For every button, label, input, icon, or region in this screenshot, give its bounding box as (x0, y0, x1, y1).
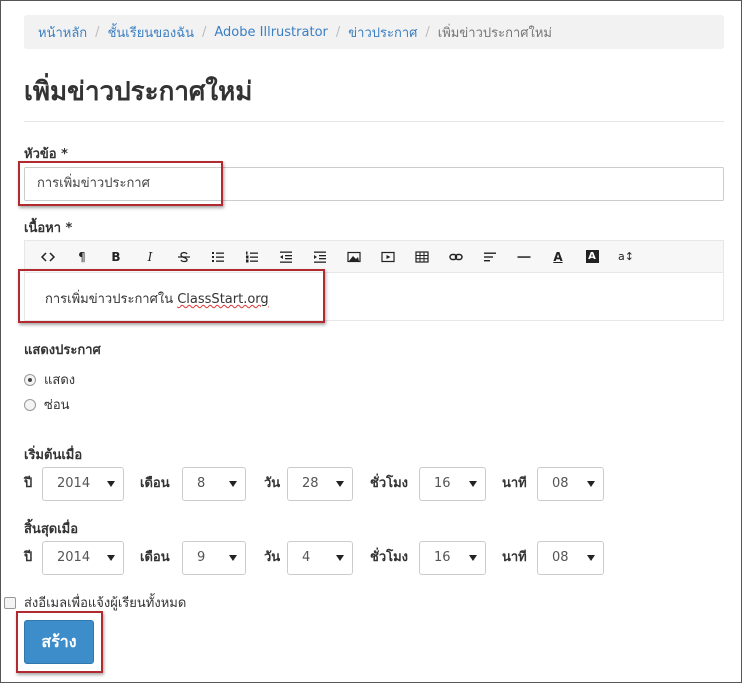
breadcrumb-separator: / (202, 24, 207, 40)
end-month-select[interactable]: 9 (182, 541, 246, 575)
radio-hide-label: ซ่อน (44, 398, 70, 413)
image-icon[interactable] (337, 241, 371, 272)
start-hour-value: 16 (434, 476, 451, 491)
radio-show-label: แสดง (44, 373, 76, 388)
chevron-down-icon (469, 481, 477, 487)
start-month-value: 8 (197, 476, 206, 491)
breadcrumb-current: เพิ่มข่าวประกาศใหม่ (437, 25, 552, 41)
breadcrumb-announcements[interactable]: ข่าวประกาศ (348, 22, 417, 43)
end-hour-label: ชั่วโมง (370, 550, 409, 565)
start-minute-select[interactable]: 08 (537, 467, 604, 501)
breadcrumb-separator: / (335, 24, 341, 40)
indent-icon[interactable] (303, 241, 337, 272)
start-hour-label: ชั่วโมง (370, 476, 409, 491)
start-month-select[interactable]: 8 (182, 467, 246, 501)
notify-label: ส่งอีเมลเพื่อแจ้งผู้เรียนทั้งหมด (24, 596, 187, 611)
end-year-value: 2014 (57, 550, 91, 565)
table-icon[interactable] (405, 241, 439, 272)
video-icon[interactable] (371, 241, 405, 272)
end-year-select[interactable]: 2014 (42, 541, 124, 575)
start-day-value: 28 (302, 476, 319, 491)
horizontal-rule-icon[interactable] (507, 241, 541, 272)
code-view-icon[interactable] (31, 241, 65, 272)
paragraph-icon[interactable]: ¶ (65, 241, 99, 272)
end-day-select[interactable]: 4 (287, 541, 353, 575)
link-icon[interactable] (439, 241, 473, 272)
end-year-label: ปี (24, 550, 33, 565)
breadcrumb-home[interactable]: หน้าหลัก (38, 22, 87, 43)
end-minute-select[interactable]: 08 (537, 541, 604, 575)
font-color-icon[interactable]: A (541, 241, 575, 272)
chevron-down-icon (587, 481, 595, 487)
breadcrumb-course[interactable]: Adobe Illrustrator (214, 25, 327, 40)
breadcrumb-separator: / (95, 24, 100, 40)
start-month-label: เดือน (140, 476, 170, 491)
end-day-value: 4 (302, 550, 311, 565)
bold-icon[interactable]: B (99, 241, 133, 272)
display-option-hide[interactable]: ซ่อน (24, 394, 70, 415)
start-minute-value: 08 (552, 476, 569, 491)
title-divider (24, 121, 724, 122)
chevron-down-icon (469, 555, 477, 561)
end-minute-value: 08 (552, 550, 569, 565)
content-label: เนื้อหา * (24, 221, 73, 236)
end-day-label: วัน (264, 550, 281, 565)
breadcrumb-my-classes[interactable]: ชั้นเรียนของฉัน (108, 22, 194, 43)
start-year-value: 2014 (57, 476, 91, 491)
chevron-down-icon (336, 555, 344, 561)
notify-checkbox[interactable] (4, 596, 16, 609)
page-title: เพิ่มข่าวประกาศใหม่ (24, 77, 253, 107)
start-year-select[interactable]: 2014 (42, 467, 124, 501)
notify-students-option[interactable]: ส่งอีเมลเพื่อแจ้งผู้เรียนทั้งหมด (4, 592, 186, 613)
display-option-show[interactable]: แสดง (24, 369, 75, 390)
end-minute-label: นาที (502, 550, 527, 565)
strikethrough-icon[interactable] (167, 241, 201, 272)
end-month-value: 9 (197, 550, 206, 565)
start-hour-select[interactable]: 16 (419, 467, 486, 501)
chevron-down-icon (107, 481, 115, 487)
start-minute-label: นาที (502, 476, 527, 491)
background-color-icon[interactable]: A (575, 241, 609, 272)
breadcrumb-separator: / (425, 24, 430, 40)
unordered-list-icon[interactable] (201, 241, 235, 272)
start-label: เริ่มต้นเมื่อ (24, 448, 83, 463)
start-year-label: ปี (24, 476, 33, 491)
content-highlight-box (18, 269, 325, 323)
italic-icon[interactable]: I (133, 241, 167, 272)
end-hour-value: 16 (434, 550, 451, 565)
font-size-icon[interactable]: a↕ (609, 241, 643, 272)
end-hour-select[interactable]: 16 (419, 541, 486, 575)
chevron-down-icon (107, 555, 115, 561)
radio-hide[interactable] (24, 398, 36, 411)
chevron-down-icon (229, 555, 237, 561)
subject-highlight-box (18, 161, 223, 206)
radio-show[interactable] (24, 373, 36, 386)
ordered-list-icon[interactable] (235, 241, 269, 272)
chevron-down-icon (336, 481, 344, 487)
chevron-down-icon (229, 481, 237, 487)
end-month-label: เดือน (140, 550, 170, 565)
start-day-label: วัน (264, 476, 281, 491)
start-day-select[interactable]: 28 (287, 467, 353, 501)
create-highlight-box (16, 611, 103, 673)
background-color-glyph: A (585, 250, 599, 263)
display-label: แสดงประกาศ (24, 343, 101, 358)
end-label: สิ้นสุดเมื่อ (24, 522, 79, 537)
outdent-icon[interactable] (269, 241, 303, 272)
breadcrumb: หน้าหลัก / ชั้นเรียนของฉัน / Adobe Illru… (24, 15, 724, 49)
chevron-down-icon (587, 555, 595, 561)
align-icon[interactable] (473, 241, 507, 272)
